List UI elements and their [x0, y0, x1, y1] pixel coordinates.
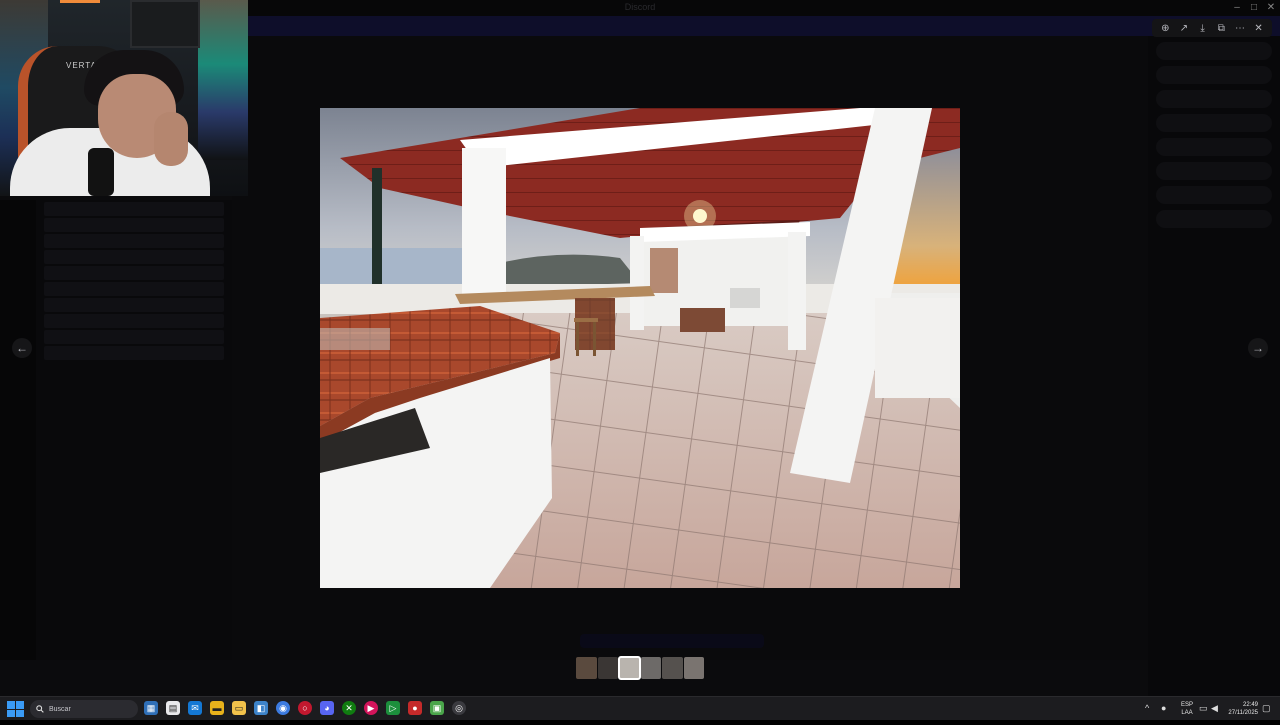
thumbnail[interactable]: [597, 657, 618, 679]
member-list: [1148, 36, 1280, 696]
viewed-image[interactable]: [320, 108, 960, 588]
notice-banner: [248, 16, 1280, 36]
more-icon[interactable]: ⋯: [1232, 20, 1248, 36]
light-strip: [60, 0, 100, 3]
language-indicator[interactable]: ESP LAA: [1179, 701, 1195, 725]
member-item: [1156, 42, 1272, 60]
sticky-notes-icon[interactable]: ▬: [210, 701, 224, 715]
volume-icon[interactable]: ◀: [1211, 703, 1218, 714]
next-image-button[interactable]: →: [1248, 338, 1268, 358]
channel-row: [44, 202, 224, 216]
member-item: [1156, 186, 1272, 204]
maximize-icon[interactable]: □: [1247, 1, 1261, 15]
arrow-left-icon: ←: [16, 341, 28, 355]
thumbnail[interactable]: [683, 657, 704, 679]
start-button[interactable]: [6, 700, 24, 718]
webcam-overlay: VERTAGE: [0, 0, 248, 196]
channel-row: [44, 218, 224, 232]
thumbnail-selected[interactable]: [618, 656, 641, 680]
obs-icon[interactable]: ●: [408, 701, 422, 715]
media-player-icon[interactable]: ▶: [364, 701, 378, 715]
previous-image-button[interactable]: ←: [12, 338, 32, 358]
member-item: [1156, 66, 1272, 84]
person-hand: [154, 112, 188, 166]
taskbar-search[interactable]: Buscar: [30, 700, 138, 718]
wall-frame: [130, 0, 200, 48]
thumbnail[interactable]: [576, 657, 597, 679]
image-viewer-toolbar: ⊕ ↗ ⤓ ⧉ ⋯ ✕: [1152, 19, 1272, 37]
discord-icon[interactable]: ◕: [320, 701, 334, 715]
server-list: [0, 200, 36, 660]
windows-logo-icon: [7, 701, 15, 709]
language-code: ESP: [1180, 702, 1193, 708]
channel-row: [44, 282, 224, 296]
windows-taskbar: Buscar ▦ ▤ ✉ ▬ ▭ ◧ ◉ ○ ◕ ✕ ▶ ▷ ● ▣ ◎ ^ ●…: [0, 696, 1280, 720]
zoom-in-icon[interactable]: ⊕: [1157, 20, 1173, 36]
member-item: [1156, 210, 1272, 228]
chevron-up-icon[interactable]: ^: [1145, 703, 1149, 713]
chrome-icon[interactable]: ◉: [276, 701, 290, 715]
arrow-right-icon: →: [1252, 341, 1264, 355]
outlook-icon[interactable]: ✉: [188, 701, 202, 715]
channel-row: [44, 314, 224, 328]
share-icon[interactable]: ↗: [1176, 20, 1192, 36]
rooftop-terrace-photo: [320, 108, 960, 588]
notification-icon[interactable]: ▢: [1262, 703, 1271, 714]
app-icon[interactable]: ◎: [452, 701, 466, 715]
window-close-icon[interactable]: ✕: [1264, 1, 1278, 15]
search-icon: [36, 705, 44, 713]
download-icon[interactable]: ⤓: [1195, 20, 1211, 36]
channel-row: [44, 330, 224, 344]
minecraft-icon[interactable]: ▣: [430, 701, 444, 715]
shelf-right: [198, 0, 248, 160]
minimize-icon[interactable]: –: [1230, 1, 1244, 15]
channel-row: [44, 266, 224, 280]
clock-time: 22:49: [1242, 702, 1258, 708]
clock-date: 27/11/2025: [1228, 710, 1258, 716]
network-icon[interactable]: ▭: [1199, 703, 1208, 714]
member-item: [1156, 90, 1272, 108]
viewer-hint-bar: [580, 634, 764, 648]
widgets-icon[interactable]: ▤: [166, 701, 180, 715]
channel-list: [36, 200, 232, 660]
play-icon[interactable]: ▷: [386, 701, 400, 715]
opera-icon[interactable]: ○: [298, 701, 312, 715]
channel-row: [44, 298, 224, 312]
microphone: [88, 148, 114, 196]
open-external-icon[interactable]: ⧉: [1213, 20, 1229, 36]
file-explorer-icon[interactable]: ▭: [232, 701, 246, 715]
keyboard-layout: LAA: [1181, 710, 1193, 716]
member-item: [1156, 114, 1272, 132]
thumbnail[interactable]: [640, 657, 661, 679]
microphone-icon[interactable]: ●: [1161, 703, 1166, 713]
member-item: [1156, 138, 1272, 156]
task-view-icon[interactable]: ▦: [144, 701, 158, 715]
channel-row: [44, 250, 224, 264]
close-icon[interactable]: ✕: [1251, 20, 1267, 36]
store-icon[interactable]: ◧: [254, 701, 268, 715]
search-placeholder: Buscar: [49, 705, 71, 713]
thumbnail-strip: [576, 656, 704, 680]
xbox-icon[interactable]: ✕: [342, 701, 356, 715]
member-item: [1156, 162, 1272, 180]
clock[interactable]: 22:49 27/11/2025: [1226, 701, 1258, 725]
thumbnail[interactable]: [662, 657, 683, 679]
channel-row: [44, 234, 224, 248]
channel-row: [44, 346, 224, 360]
